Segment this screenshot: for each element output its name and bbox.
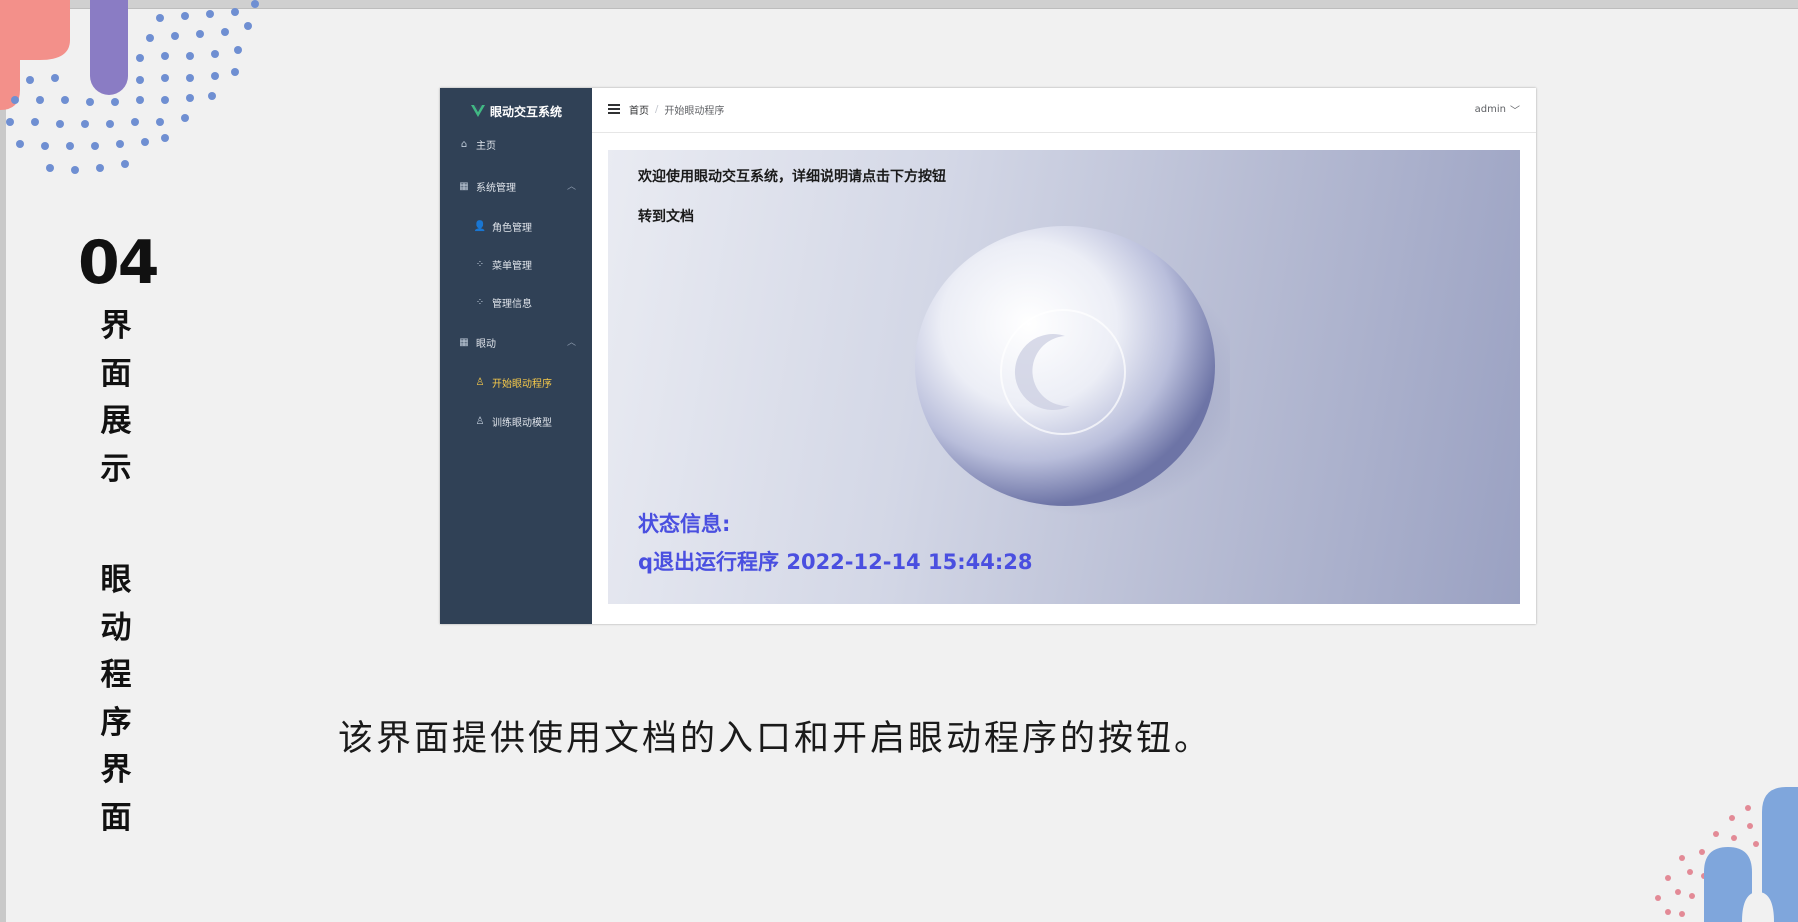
brand[interactable]: 眼动交互系统 <box>440 100 592 122</box>
section-number: 04 <box>78 228 160 298</box>
user-icon: ♙ <box>475 415 485 427</box>
sidebar-group-label: 系统管理 <box>476 182 516 194</box>
chevron-up-icon: ︿ <box>566 182 576 192</box>
hamburger-icon[interactable] <box>608 103 620 115</box>
section-subtitle: 眼动程序界面 <box>100 562 132 836</box>
sidebar-item-label: 训练眼动模型 <box>492 417 552 429</box>
brand-title: 眼动交互系统 <box>489 104 562 119</box>
user-name: admin <box>1474 104 1506 115</box>
sidebar-item-label: 菜单管理 <box>492 260 532 272</box>
user-icon: ♙ <box>475 376 485 388</box>
decoration-top-left <box>0 0 259 174</box>
sidebar-item-menu[interactable]: ⁘ 菜单管理 <box>440 253 592 275</box>
goto-docs-button[interactable]: 转到文档 <box>638 206 694 226</box>
sidebar-item-label: 角色管理 <box>492 222 532 234</box>
sidebar: 眼动交互系统 ⌂ 主页 ▦ 系统管理 ︿ 👤 角色管理 ⁘ 菜单管理 ⁘ 管理信… <box>440 88 592 624</box>
topbar: 首页 / 开始眼动程序 admin ﹀ <box>592 88 1536 133</box>
home-icon: ⌂ <box>460 138 468 150</box>
chevron-down-icon: ﹀ <box>1510 106 1520 117</box>
sidebar-item-train-eye[interactable]: ♙ 训练眼动模型 <box>440 410 592 432</box>
sidebar-item-label: 开始眼动程序 <box>492 378 552 390</box>
user-menu[interactable]: admin ﹀ <box>1475 102 1520 117</box>
breadcrumb-current: 开始眼动程序 <box>664 106 725 117</box>
grid-icon: ▦ <box>459 180 469 192</box>
decoration-bottom-right <box>1655 787 1798 922</box>
status-message: q退出运行程序 2022-12-14 15:44:28 <box>638 550 1033 574</box>
sidebar-group-eye[interactable]: ▦ 眼动 ︿ <box>440 331 592 353</box>
chevron-up-icon: ︿ <box>566 338 576 348</box>
orb-image <box>915 226 1230 516</box>
status-label: 状态信息: <box>638 512 731 536</box>
breadcrumb-separator: / <box>655 104 659 115</box>
apps-icon: ⁘ <box>475 296 485 308</box>
apps-icon: ⁘ <box>475 258 485 270</box>
app-screenshot: 眼动交互系统 ⌂ 主页 ▦ 系统管理 ︿ 👤 角色管理 ⁘ 菜单管理 ⁘ 管理信… <box>440 88 1536 624</box>
sidebar-item-label: 主页 <box>476 140 496 152</box>
user-icon: 👤 <box>473 220 487 232</box>
breadcrumb: 首页 / 开始眼动程序 <box>629 102 724 117</box>
section-title: 界面展示 <box>100 308 132 487</box>
vue-logo-icon <box>470 105 485 117</box>
sidebar-group-label: 眼动 <box>476 338 496 350</box>
breadcrumb-home[interactable]: 首页 <box>629 102 649 117</box>
sidebar-item-start-eye[interactable]: ♙ 开始眼动程序 <box>440 371 592 393</box>
grid-icon: ▦ <box>459 336 469 348</box>
welcome-text: 欢迎使用眼动交互系统，详细说明请点击下方按钮 <box>638 169 946 185</box>
sidebar-item-info[interactable]: ⁘ 管理信息 <box>440 291 592 313</box>
sidebar-item-role[interactable]: 👤 角色管理 <box>440 215 592 237</box>
main-content: 欢迎使用眼动交互系统，详细说明请点击下方按钮 转到文档 状态信息: q退出运行程… <box>608 150 1520 604</box>
slide-caption: 该界面提供使用文档的入口和开启眼动程序的按钮。 <box>338 719 1213 759</box>
sidebar-item-label: 管理信息 <box>492 298 532 310</box>
sidebar-group-system[interactable]: ▦ 系统管理 ︿ <box>440 175 592 197</box>
sidebar-item-home[interactable]: ⌂ 主页 <box>440 133 592 155</box>
